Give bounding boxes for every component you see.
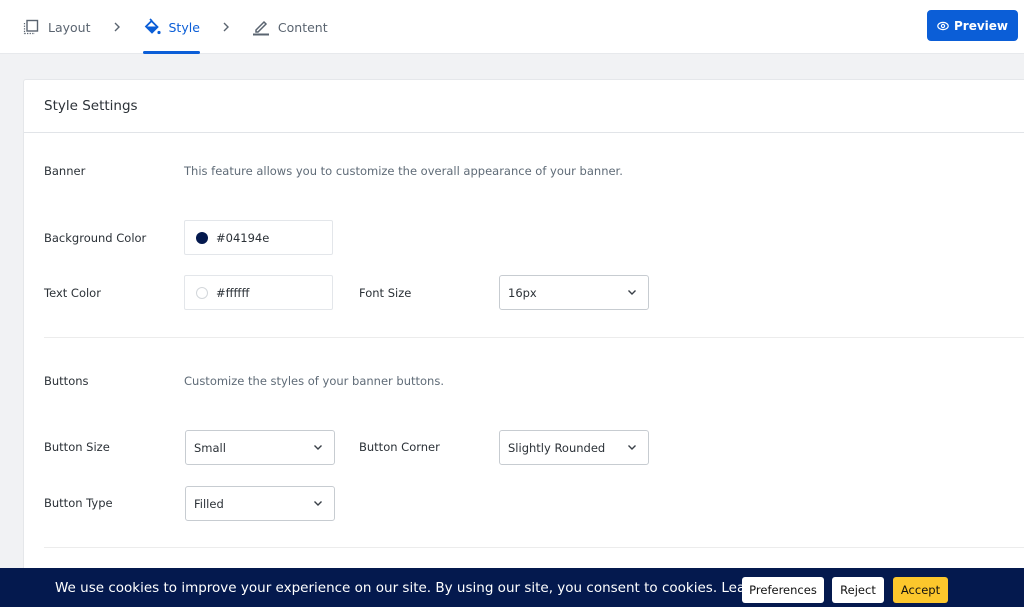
button-type-value: Filled (194, 496, 224, 511)
section-divider (44, 547, 1024, 548)
accept-button[interactable]: Accept (893, 577, 948, 603)
reject-button[interactable]: Reject (832, 577, 884, 603)
banner-description: This feature allows you to customize the… (184, 164, 623, 178)
layout-icon (22, 18, 40, 36)
preferences-button[interactable]: Preferences (742, 577, 824, 603)
button-corner-select[interactable]: Slightly Rounded (499, 430, 649, 465)
button-type-label: Button Type (44, 496, 113, 510)
preview-label: Preview (953, 18, 1008, 33)
text-color-value: #ffffff (216, 285, 250, 300)
button-size-label: Button Size (44, 440, 110, 454)
wizard-steps: Layout Style Content (22, 0, 328, 54)
button-size-value: Small (194, 440, 226, 455)
chevron-right-icon (113, 22, 121, 32)
font-size-label: Font Size (359, 286, 412, 300)
banner-section-label: Banner (44, 164, 86, 178)
preview-button[interactable]: Preview (927, 10, 1018, 41)
style-settings-card: Style Settings Banner This feature allow… (23, 79, 1024, 599)
button-size-select[interactable]: Small (185, 430, 335, 465)
cookie-message: We use cookies to improve your experienc… (55, 580, 802, 596)
chevron-down-icon (628, 290, 636, 295)
buttons-section-label: Buttons (44, 374, 89, 388)
step-layout[interactable]: Layout (22, 0, 91, 54)
section-divider (44, 337, 1024, 338)
font-size-value: 16px (508, 285, 537, 300)
background-color-label: Background Color (44, 231, 147, 245)
button-corner-value: Slightly Rounded (508, 440, 606, 455)
text-color-input[interactable]: #ffffff (184, 275, 333, 310)
text-color-label: Text Color (44, 286, 101, 300)
background-color-input[interactable]: #04194e (184, 220, 333, 255)
chevron-down-icon (628, 445, 636, 450)
text-color-swatch[interactable] (196, 286, 208, 299)
step-content[interactable]: Content (252, 0, 328, 54)
step-label: Content (277, 19, 328, 35)
card-title: Style Settings (24, 80, 1024, 133)
eye-icon (937, 21, 949, 30)
cookie-banner: We use cookies to improve your experienc… (0, 568, 1024, 607)
step-style[interactable]: Style (142, 0, 201, 54)
chevron-down-icon (314, 501, 322, 506)
top-bar: Layout Style Content Preview (0, 0, 1024, 54)
buttons-description: Customize the styles of your banner butt… (184, 374, 444, 388)
pencil-icon (252, 18, 270, 36)
background-color-value: #04194e (216, 230, 270, 245)
paint-bucket-icon (143, 18, 161, 36)
font-size-select[interactable]: 16px (499, 275, 649, 310)
step-label: Style (168, 19, 200, 35)
chevron-right-icon (222, 22, 230, 32)
button-corner-label: Button Corner (359, 440, 440, 454)
step-label: Layout (48, 19, 91, 35)
background-color-swatch[interactable] (196, 231, 208, 244)
chevron-down-icon (314, 445, 322, 450)
button-type-select[interactable]: Filled (185, 486, 335, 521)
